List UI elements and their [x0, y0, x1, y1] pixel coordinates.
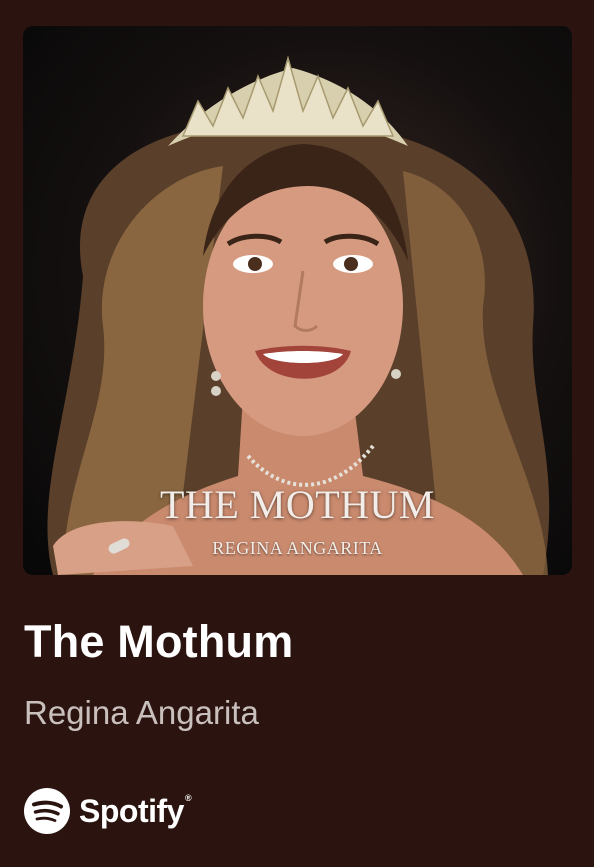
- cover-title-text: THE MOTHUM: [160, 482, 435, 527]
- cover-artist-text: REGINA ANGARITA: [212, 538, 383, 558]
- registered-mark: ®: [184, 792, 192, 803]
- share-card: THE MOTHUM REGINA ANGARITA The Mothum Re…: [0, 0, 594, 867]
- spotify-brand[interactable]: Spotify®: [24, 788, 192, 834]
- artist-name[interactable]: Regina Angarita: [24, 694, 259, 732]
- spotify-wordmark: Spotify®: [79, 792, 192, 829]
- spotify-logo-icon: [24, 788, 70, 834]
- album-cover[interactable]: THE MOTHUM REGINA ANGARITA: [23, 26, 572, 575]
- track-title[interactable]: The Mothum: [24, 616, 293, 668]
